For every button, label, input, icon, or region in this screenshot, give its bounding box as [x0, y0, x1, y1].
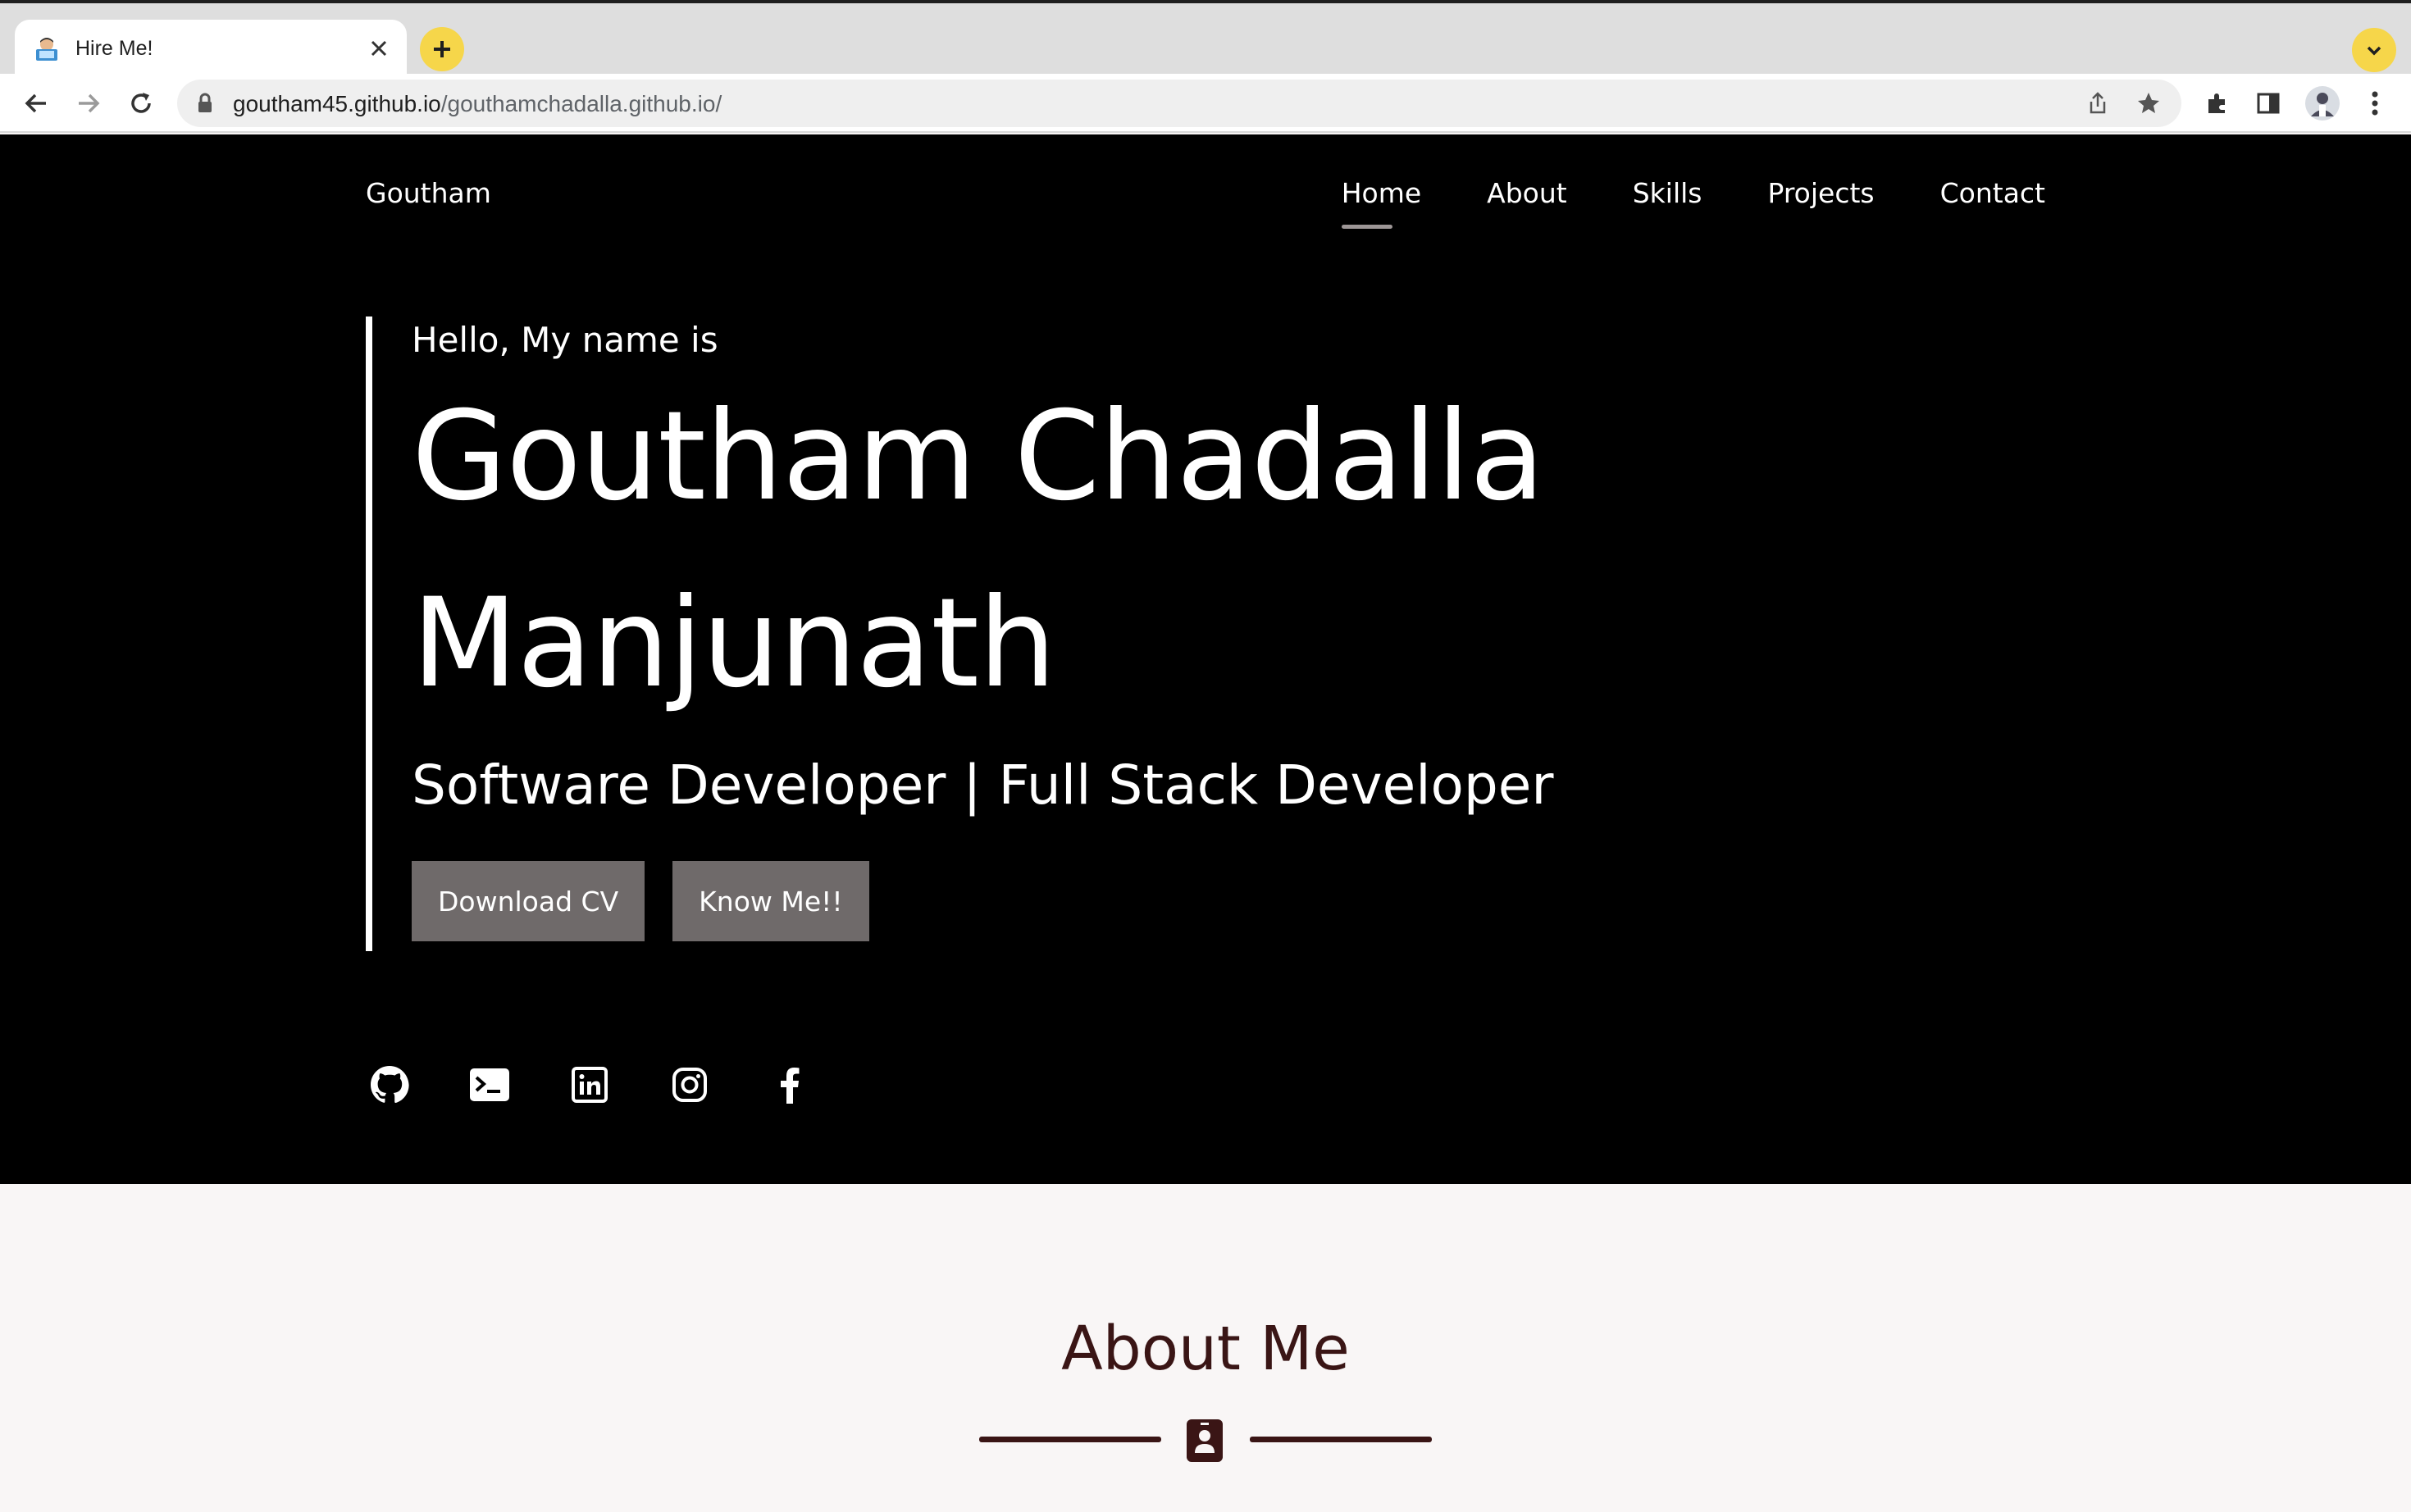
social-links [369, 1064, 810, 1105]
nav-projects[interactable]: Projects [1768, 177, 1875, 221]
contact-card-icon [1186, 1419, 1224, 1466]
close-tab-icon[interactable] [362, 32, 395, 65]
tab-search-button[interactable] [2352, 28, 2396, 72]
nav-skills[interactable]: Skills [1633, 177, 1702, 221]
technologist-favicon-icon [33, 34, 61, 62]
browser-menu-icon[interactable] [2354, 82, 2396, 125]
terminal-icon[interactable] [469, 1064, 510, 1105]
know-me-button[interactable]: Know Me!! [672, 861, 869, 941]
reload-icon[interactable] [120, 82, 162, 125]
new-tab-button[interactable] [420, 27, 464, 71]
intro-block: Hello, My name is Goutham Chadalla Manju… [366, 317, 1760, 951]
url-text[interactable]: goutham45.github.io/gouthamchadalla.gith… [233, 91, 722, 117]
divider-line-left [979, 1437, 1161, 1442]
full-name-heading: Goutham Chadalla Manjunath [412, 363, 1760, 737]
hero-section: Goutham Home About Skills Projects Conta… [0, 134, 2411, 1184]
back-arrow-icon[interactable] [15, 82, 57, 125]
browser-tabbar: Hire Me! [0, 0, 2411, 77]
divider-line-right [1250, 1437, 1432, 1442]
bookmark-star-icon[interactable] [2132, 87, 2165, 120]
about-divider [979, 1415, 1432, 1464]
greeting-text: Hello, My name is [412, 320, 718, 360]
site-brand[interactable]: Goutham [366, 177, 491, 209]
profile-avatar[interactable] [2301, 82, 2344, 125]
hero-buttons: Download CV Know Me!! [412, 861, 1760, 941]
github-icon[interactable] [369, 1064, 410, 1105]
extensions-puzzle-icon[interactable] [2196, 82, 2239, 125]
forward-arrow-icon[interactable] [67, 82, 110, 125]
about-section: About Me [0, 1184, 2411, 1512]
role-subtitle: Software Developer | Full Stack Develope… [412, 754, 1554, 817]
browser-toolbar: goutham45.github.io/gouthamchadalla.gith… [0, 74, 2411, 133]
name-line-1: Goutham Chadalla [412, 385, 1545, 528]
main-nav: Home About Skills Projects Contact [1341, 177, 2045, 229]
share-icon[interactable] [2081, 87, 2114, 120]
download-cv-button[interactable]: Download CV [412, 861, 645, 941]
side-panel-icon[interactable] [2247, 82, 2290, 125]
lock-icon[interactable] [197, 93, 213, 117]
browser-tab[interactable]: Hire Me! [15, 20, 407, 77]
instagram-icon[interactable] [669, 1064, 710, 1105]
nav-contact[interactable]: Contact [1940, 177, 2045, 221]
name-line-2: Manjunath [412, 572, 1056, 715]
nav-about[interactable]: About [1487, 177, 1567, 221]
tab-title: Hire Me! [75, 36, 153, 60]
nav-home[interactable]: Home [1341, 177, 1421, 229]
about-heading: About Me [1061, 1314, 1350, 1384]
facebook-icon[interactable] [769, 1064, 810, 1105]
linkedin-icon[interactable] [569, 1064, 610, 1105]
address-bar[interactable]: goutham45.github.io/gouthamchadalla.gith… [177, 80, 2181, 127]
url-host: goutham45.github.io [233, 91, 441, 116]
url-path: /gouthamchadalla.github.io/ [440, 91, 722, 116]
